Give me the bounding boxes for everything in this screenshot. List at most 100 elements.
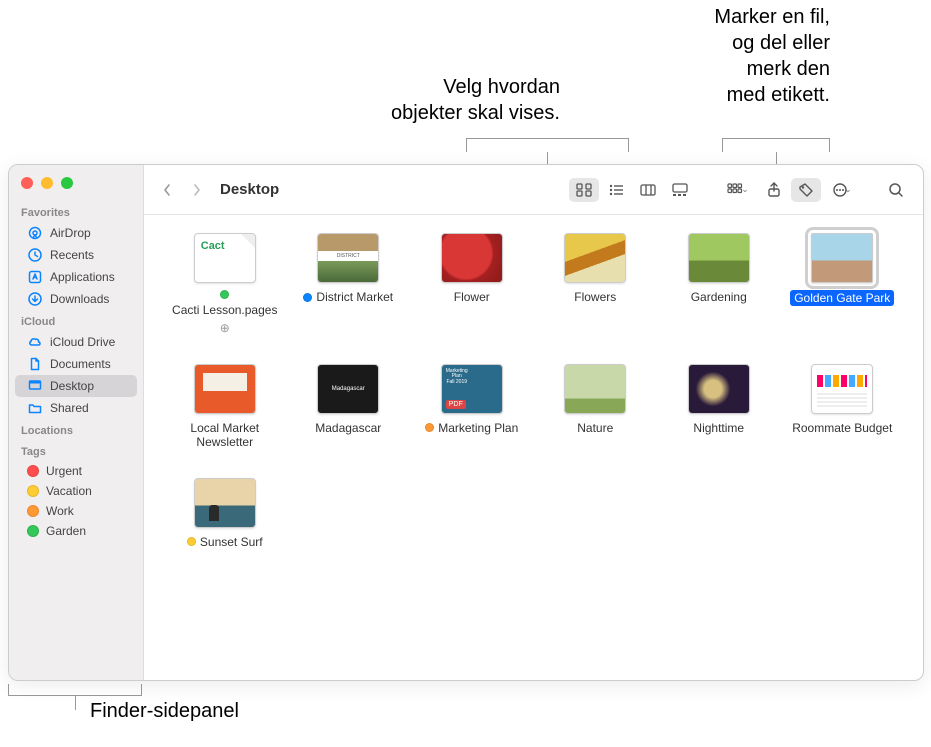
file-name: Nature — [577, 421, 613, 435]
chevron-down-icon: ⌄ — [741, 184, 749, 195]
file-label-row: Roommate Budget — [792, 421, 892, 435]
sidebar-tag-urgent[interactable]: Urgent — [15, 461, 137, 481]
file-name: Cacti Lesson.pages — [172, 303, 277, 317]
view-column-button[interactable] — [633, 178, 663, 202]
sidebar-tag-vacation[interactable]: Vacation — [15, 481, 137, 501]
more-button[interactable]: ⌄ — [823, 178, 861, 202]
minimize-button[interactable] — [41, 177, 53, 189]
recents-icon — [27, 247, 43, 263]
file-item[interactable]: Flowers — [543, 233, 649, 336]
file-thumbnail — [688, 233, 750, 283]
file-thumbnail — [194, 364, 256, 414]
callout-sidebar-tick — [75, 696, 76, 710]
tag-dot-icon — [187, 537, 196, 546]
sidebar-tag-work[interactable]: Work — [15, 501, 137, 521]
file-thumbnail — [564, 233, 626, 283]
file-item[interactable]: Madagascar — [296, 364, 402, 450]
view-list-button[interactable] — [601, 178, 631, 202]
sidebar-item-label: Documents — [50, 357, 111, 371]
tag-dot-icon — [425, 423, 434, 432]
callout-share-tag: Marker en fil, og del eller merk den med… — [600, 4, 830, 108]
tag-dot-icon — [220, 290, 229, 299]
file-thumbnail — [688, 364, 750, 414]
file-item[interactable]: Nature — [543, 364, 649, 450]
sidebar-item-downloads[interactable]: Downloads — [15, 288, 137, 310]
sidebar-item-label: Downloads — [50, 292, 109, 306]
sidebar-heading-icloud: iCloud — [9, 310, 143, 331]
window-controls — [9, 173, 143, 201]
file-item[interactable]: Roommate Budget — [790, 364, 896, 450]
file-thumbnail — [811, 364, 873, 414]
sidebar-heading-favorites: Favorites — [9, 201, 143, 222]
file-thumbnail: MarketingPlanFall 2019 — [441, 364, 503, 414]
file-label-row: Golden Gate Park — [790, 290, 894, 306]
view-switcher — [569, 178, 695, 202]
sidebar-item-shared[interactable]: Shared — [15, 397, 137, 419]
sidebar-item-label: Vacation — [46, 484, 92, 498]
sidebar-item-label: Recents — [50, 248, 94, 262]
main-area: Desktop ⌄ — [144, 165, 923, 680]
callout-view-tick — [547, 152, 548, 164]
view-gallery-button[interactable] — [665, 178, 695, 202]
file-name: Flowers — [574, 290, 616, 304]
file-label-row: Flowers — [574, 290, 616, 304]
file-item[interactable]: Nighttime — [666, 364, 772, 450]
sidebar-item-label: Desktop — [50, 379, 94, 393]
sidebar-item-label: Urgent — [46, 464, 82, 478]
file-label-row: District Market — [303, 290, 393, 304]
callout-share-tick — [776, 152, 777, 164]
sidebar-item-recents[interactable]: Recents — [15, 244, 137, 266]
sidebar-item-applications[interactable]: Applications — [15, 266, 137, 288]
sidebar-item-icloud-drive[interactable]: iCloud Drive — [15, 331, 137, 353]
share-button[interactable] — [759, 178, 789, 202]
file-name: District Market — [316, 290, 393, 304]
window-title: Desktop — [220, 181, 279, 198]
file-label-row: Marketing Plan — [425, 421, 518, 435]
tag-button[interactable] — [791, 178, 821, 202]
file-name: Nighttime — [693, 421, 744, 435]
tag-dot-icon — [27, 485, 39, 497]
file-item[interactable]: Flower — [419, 233, 525, 336]
toolbar: Desktop ⌄ — [144, 165, 923, 215]
airdrop-icon — [27, 225, 43, 241]
file-thumbnail — [194, 478, 256, 528]
file-name: Local Market Newsletter — [172, 421, 278, 450]
sidebar-item-desktop[interactable]: Desktop — [15, 375, 137, 397]
close-button[interactable] — [21, 177, 33, 189]
file-thumbnail — [317, 364, 379, 414]
file-item[interactable]: Sunset Surf — [172, 478, 278, 549]
file-label-row: Flower — [454, 290, 490, 304]
file-item[interactable]: DISTRICTDistrict Market — [296, 233, 402, 336]
file-name: Madagascar — [315, 421, 381, 435]
view-icon-button[interactable] — [569, 178, 599, 202]
file-name: Marketing Plan — [438, 421, 518, 435]
downloads-icon — [27, 291, 43, 307]
file-name: Flower — [454, 290, 490, 304]
back-button[interactable] — [156, 177, 178, 203]
file-label-row: Sunset Surf — [187, 535, 263, 549]
sidebar-item-airdrop[interactable]: AirDrop — [15, 222, 137, 244]
group-by-button[interactable]: ⌄ — [719, 178, 757, 202]
file-item[interactable]: Local Market Newsletter — [172, 364, 278, 450]
documents-icon — [27, 356, 43, 372]
maximize-button[interactable] — [61, 177, 73, 189]
sidebar-item-documents[interactable]: Documents — [15, 353, 137, 375]
file-label-row: Nighttime — [693, 421, 744, 435]
file-name: Gardening — [691, 290, 747, 304]
sidebar-item-label: Shared — [50, 401, 89, 415]
file-item[interactable]: Golden Gate Park — [790, 233, 896, 336]
sidebar-item-label: Work — [46, 504, 74, 518]
file-thumbnail — [811, 233, 873, 283]
file-item[interactable]: Cacti Lesson.pages ⊕ — [172, 233, 278, 336]
search-button[interactable] — [881, 178, 911, 202]
chevron-down-icon: ⌄ — [844, 184, 852, 195]
sidebar-tag-garden[interactable]: Garden — [15, 521, 137, 541]
shared-icon — [27, 400, 43, 416]
icloud-download-icon: ⊕ — [220, 321, 230, 335]
sidebar: Favorites AirDrop Recents Applications Down… — [9, 165, 144, 680]
file-name: Roommate Budget — [792, 421, 892, 435]
file-item[interactable]: Gardening — [666, 233, 772, 336]
file-item[interactable]: MarketingPlanFall 2019 Marketing Plan — [419, 364, 525, 450]
finder-window: Favorites AirDrop Recents Applications Down… — [8, 164, 924, 681]
forward-button[interactable] — [186, 177, 208, 203]
